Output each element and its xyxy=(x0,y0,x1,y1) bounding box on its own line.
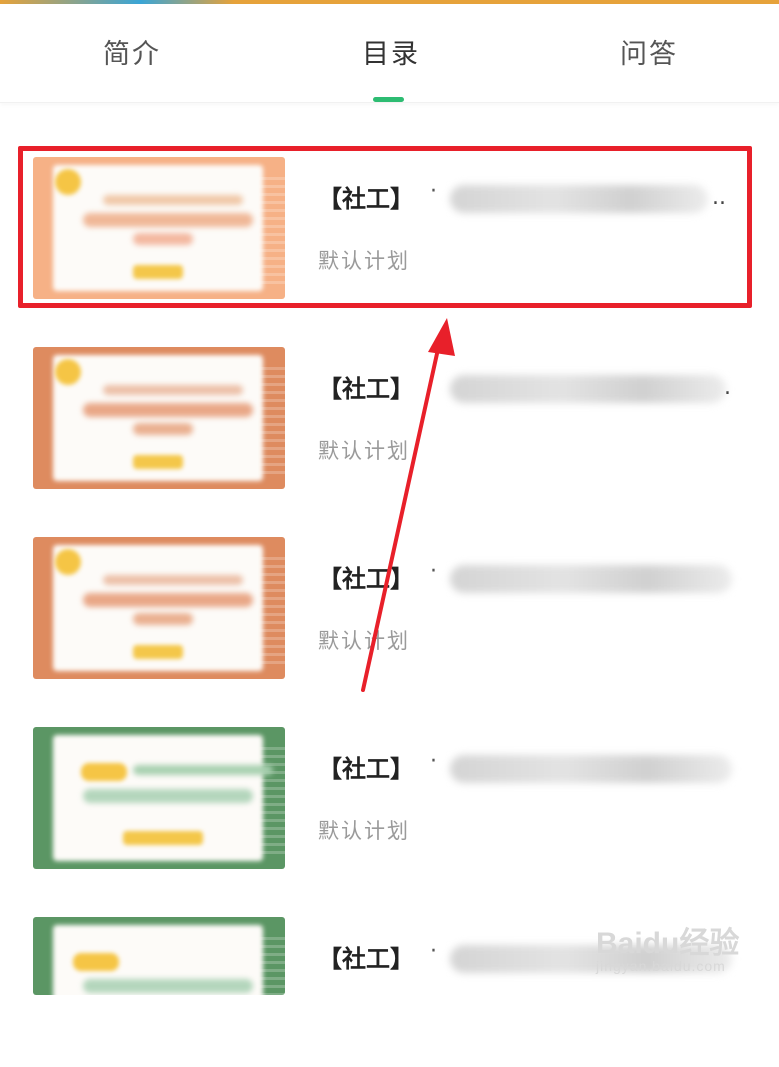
thumbnail-text-blur xyxy=(103,575,243,585)
thumbnail-badge xyxy=(73,953,119,971)
lesson-title: 【社工】 xyxy=(318,755,414,783)
catalog-item[interactable]: 【社工】 · 默认计划 xyxy=(0,537,779,687)
lesson-title: 【社工】 xyxy=(318,945,414,973)
lesson-plan-label: 默认计划 xyxy=(318,819,410,843)
blurred-title-text xyxy=(450,375,726,403)
thumbnail-badge xyxy=(81,763,127,781)
lesson-plan-label: 默认计划 xyxy=(318,629,410,653)
title-separator: · xyxy=(430,939,437,964)
title-separator: · xyxy=(430,749,437,774)
thumbnail-button xyxy=(133,455,183,469)
catalog-item[interactable]: 【社工】 · 默认计划 xyxy=(0,727,779,877)
blurred-title-text xyxy=(450,565,732,593)
title-separator: · xyxy=(430,559,437,584)
thumbnail-button xyxy=(133,645,183,659)
catalog-item[interactable]: 【社工】 . 默认计划 xyxy=(0,347,779,497)
thumbnail-text-blur xyxy=(83,593,253,607)
baidu-watermark: Baidu经验 jingyan.baidu.com xyxy=(596,908,766,988)
lesson-thumbnail[interactable] xyxy=(33,537,285,679)
title-ellipsis: . xyxy=(724,375,731,400)
lesson-plan-label: 默认计划 xyxy=(318,439,410,463)
tab-bar: 简介 目录 问答 xyxy=(0,4,779,103)
watermark-brand: Baidu经验 xyxy=(596,927,740,960)
tab-catalog[interactable]: 目录 xyxy=(362,32,420,71)
lesson-thumbnail[interactable] xyxy=(33,727,285,869)
thumbnail-text-blur xyxy=(133,613,193,625)
thumbnail-text-blur xyxy=(83,979,253,993)
blurred-title-text xyxy=(450,755,732,783)
thumbnail-button xyxy=(123,831,203,845)
thumbnail-text-blur xyxy=(83,403,253,417)
lesson-thumbnail[interactable] xyxy=(33,347,285,489)
thumbnail-text-blur xyxy=(103,385,243,395)
thumbnail-badge xyxy=(55,359,81,385)
thumbnail-text-blur xyxy=(133,423,193,435)
lesson-title: 【社工】 xyxy=(318,375,414,403)
active-tab-indicator xyxy=(373,97,404,102)
thumbnail-text-blur xyxy=(83,789,253,803)
tab-qa[interactable]: 问答 xyxy=(620,32,678,71)
tab-intro[interactable]: 简介 xyxy=(103,32,161,71)
highlight-box xyxy=(18,146,752,308)
watermark-url: jingyan.baidu.com xyxy=(596,958,726,974)
thumbnail-text-blur xyxy=(133,765,273,775)
lesson-title: 【社工】 xyxy=(318,565,414,593)
thumbnail-badge xyxy=(55,549,81,575)
lesson-thumbnail[interactable] xyxy=(33,917,285,995)
